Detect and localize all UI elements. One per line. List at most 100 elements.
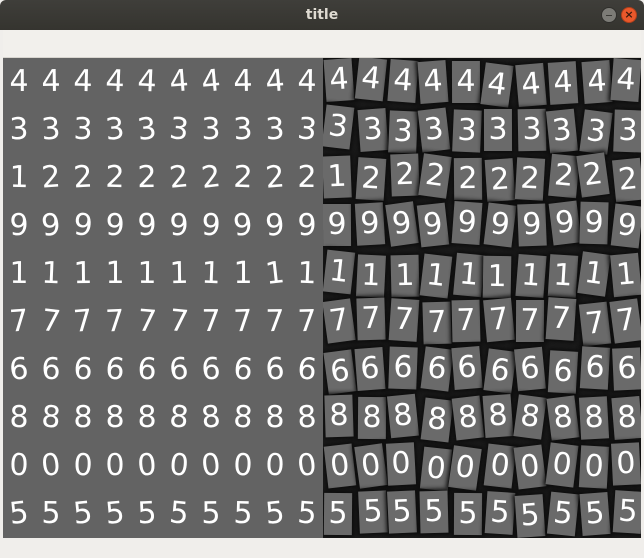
digit-cell: 2 [199, 159, 223, 196]
digit-cell: 2 [232, 159, 254, 196]
toolbar [3, 30, 641, 58]
digit-cell: 0 [72, 447, 94, 484]
augmented-digit-cell: 1 [419, 253, 453, 299]
digit-cell: 9 [72, 207, 94, 244]
digit-cell: 2 [264, 159, 286, 196]
augmented-digit-cell: 7 [388, 298, 420, 342]
digit-cell: 6 [72, 351, 94, 388]
app-window: title × 44444444443333333333122222222299… [0, 0, 644, 558]
digit-cell: 3 [232, 111, 254, 148]
augmented-digit-cell: 8 [451, 395, 485, 441]
augmented-digit-cell: 0 [483, 443, 517, 489]
digit-cell: 6 [295, 351, 319, 388]
digit-cell: 3 [103, 111, 127, 148]
augmented-digit-cell: 3 [388, 110, 418, 154]
digit-cell: 8 [167, 399, 191, 436]
augmented-digit-cell: 7 [545, 297, 577, 341]
digit-cell: 8 [265, 399, 285, 436]
augmented-digit-cell: 2 [453, 157, 483, 201]
augmented-digit-cell: 4 [354, 58, 388, 102]
digit-cell: 4 [233, 63, 253, 100]
digit-cell: 4 [264, 63, 286, 100]
augmented-digit-cell: 6 [451, 345, 483, 391]
augmented-digit-cell: 1 [453, 252, 485, 298]
augmented-digit-cell: 1 [482, 255, 512, 299]
augmented-digit-cell: 8 [513, 394, 547, 440]
digit-cell: 9 [297, 207, 317, 244]
augmented-digit-cell: 8 [578, 396, 610, 440]
augmented-digit-cell: 2 [611, 157, 641, 203]
augmented-digit-cell: 5 [579, 491, 611, 537]
augmented-digit-cell: 4 [417, 60, 449, 104]
minimize-icon[interactable] [601, 7, 617, 23]
digit-cell: 0 [232, 447, 254, 484]
digit-cell: 6 [231, 351, 255, 388]
augmented-digit-cell: 3 [357, 108, 389, 152]
digit-cell: 1 [137, 255, 157, 292]
augmented-digit-cell: 6 [388, 346, 418, 390]
window-title: title [305, 7, 339, 23]
augmented-digit-cell: 6 [612, 347, 641, 391]
augmented-digit-cell: 3 [452, 109, 482, 153]
augmented-digit-cell: 6 [547, 350, 579, 394]
augmented-digit-cell: 3 [417, 107, 451, 153]
digit-cell: 4 [41, 63, 61, 100]
augmented-digit-cell: 9 [610, 203, 641, 249]
augmented-digit-cell: 1 [577, 251, 611, 297]
digit-cell: 2 [105, 159, 125, 196]
augmented-digit-cell: 7 [609, 298, 641, 344]
digit-cell: 4 [199, 63, 223, 100]
augmented-digit-cell: 0 [513, 444, 547, 490]
augmented-digit-cell: 3 [613, 109, 641, 153]
digit-cell: 3 [8, 111, 30, 148]
digit-cell: 3 [40, 111, 62, 148]
digit-cell: 2 [40, 159, 62, 196]
augmented-digit-cell: 8 [357, 396, 387, 440]
digit-cell: 8 [296, 399, 318, 436]
digit-cell: 0 [265, 447, 285, 484]
digit-cell: 2 [137, 159, 157, 196]
digit-cell: 8 [40, 399, 62, 436]
digit-cell: 6 [136, 351, 158, 388]
digit-cell: 4 [104, 63, 126, 100]
digit-cell: 9 [104, 207, 126, 244]
close-icon[interactable]: × [621, 7, 637, 23]
augmented-digit-cell: 7 [422, 301, 452, 345]
digit-cell: 7 [39, 303, 63, 340]
digit-cell: 7 [136, 303, 158, 340]
digit-cell: 6 [7, 351, 31, 388]
augmented-digit-cell: 9 [548, 200, 582, 246]
augmented-digit-cell: 1 [390, 254, 420, 298]
digit-cell: 7 [297, 303, 317, 340]
augmented-digit-cell: 4 [515, 62, 547, 108]
digit-cell: 7 [201, 303, 221, 340]
digit-cell: 5 [7, 495, 31, 532]
digit-cell: 9 [169, 207, 189, 244]
digit-cell: 1 [296, 255, 318, 292]
augmented-digit-cell: 9 [579, 201, 609, 245]
digit-cell: 9 [200, 207, 222, 244]
augmented-digit-cell: 5 [387, 490, 417, 534]
augmented-digit-cell: 1 [355, 254, 387, 298]
digit-cell: 7 [8, 303, 30, 340]
augmented-digit-cell: 5 [323, 492, 353, 536]
digit-cell: 8 [199, 399, 223, 436]
digit-cell: 4 [168, 63, 190, 100]
augmented-digit-cell: 5 [419, 490, 449, 534]
digit-cell: 6 [167, 351, 191, 388]
augmented-digit-cell: 8 [546, 395, 580, 441]
augmented-digit-cell: 4 [451, 60, 481, 104]
digit-cell: 1 [9, 255, 29, 292]
augmented-digit-cell: 7 [515, 299, 545, 343]
digit-cell: 5 [71, 495, 95, 532]
augmented-digit-cell: 8 [324, 394, 354, 438]
digit-cell: 0 [9, 447, 29, 484]
title-bar[interactable]: title × [0, 0, 644, 30]
augmented-digit-cell: 9 [385, 201, 419, 247]
digit-cell: 1 [169, 255, 189, 292]
augmented-digit-cell: 3 [517, 108, 547, 152]
digit-cell: 3 [264, 111, 286, 148]
status-strip [3, 538, 641, 558]
augmented-digit-cell: 1 [515, 253, 547, 299]
augmented-digit-cell: 9 [323, 203, 352, 247]
